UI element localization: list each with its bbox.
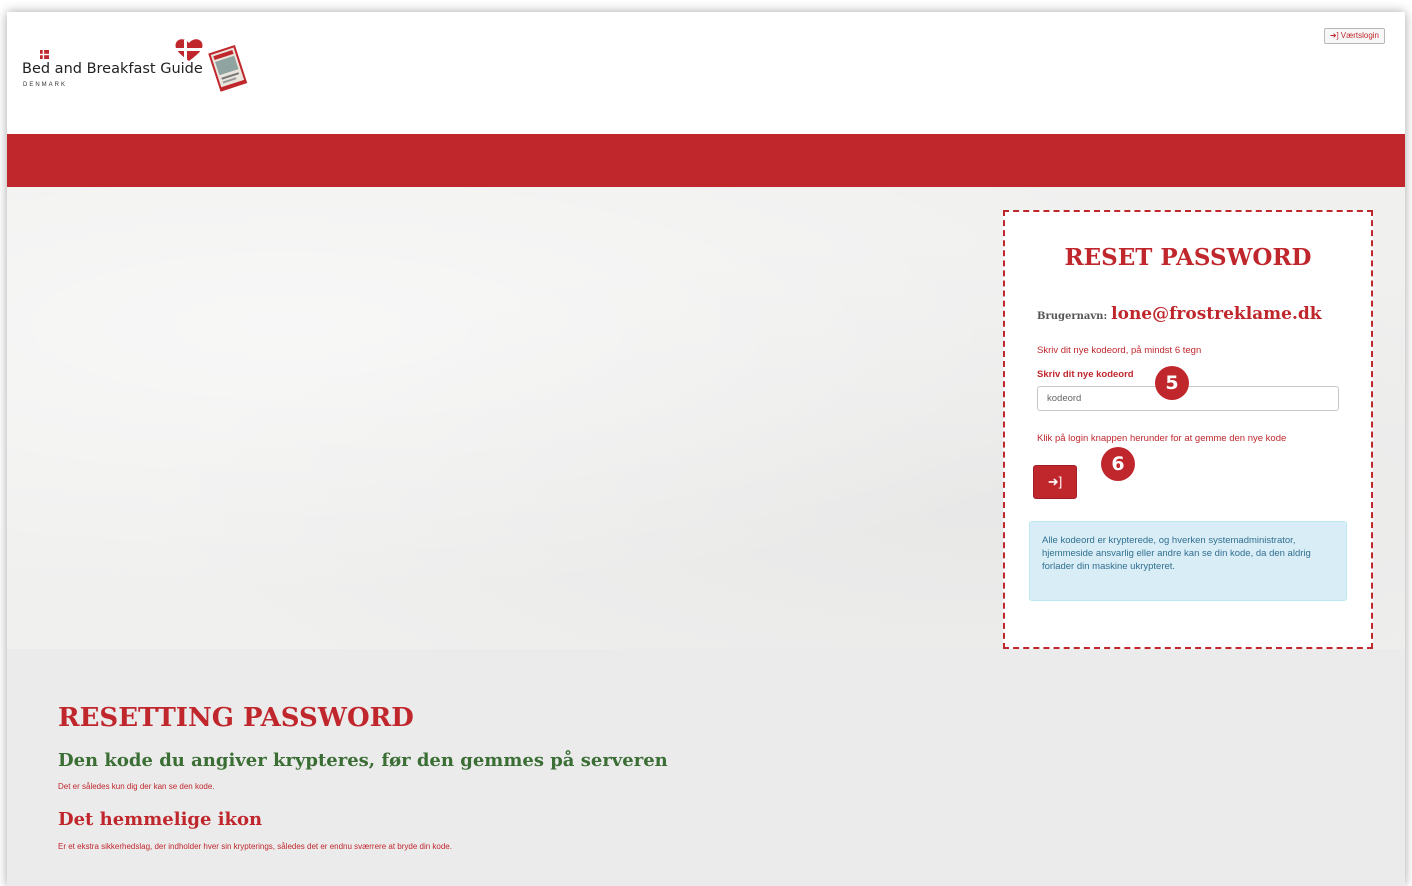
site-header: Bed and Breakfast Guide DENMARK ➜] Værts… [7,12,1405,134]
step-6-marker: 6 [1101,447,1135,481]
login-hint: Klik på login knappen herunder for at ge… [1037,433,1287,444]
logo-sub: DENMARK [23,82,68,88]
site-logo[interactable]: Bed and Breakfast Guide DENMARK [22,38,252,108]
section-title: RESETTING PASSWORD [58,703,414,733]
host-login-button[interactable]: ➜] Værtslogin [1323,28,1385,44]
reset-password-panel: RESET PASSWORD Brugernavn: lone@frostrek… [1003,210,1373,649]
sign-in-icon: ➜] [1329,31,1339,40]
password-field-label: Skriv dit nye kodeord [1037,369,1134,380]
login-button[interactable]: ➜] [1033,465,1077,499]
username-value: lone@frostreklame.dk [1111,304,1322,324]
host-login-label: Værtslogin [1340,31,1379,40]
guide-book-icon [208,45,248,92]
secret-icon-subtitle: Det hemmelige ikon [58,809,263,830]
min-length-hint: Skriv dit nye kodeord, på mindst 6 tegn [1037,345,1202,356]
encryption-text: Det er således kun dig der kan se den ko… [58,782,215,791]
new-password-input[interactable] [1037,386,1339,411]
sign-in-icon: ➜] [1047,474,1063,489]
info-section: RESETTING PASSWORD Den kode du angiver k… [7,649,1405,886]
logo-name: Bed and Breakfast Guide [22,61,203,77]
encryption-info-box: Alle kodeord er krypterede, og hverken s… [1029,521,1347,601]
reset-title: RESET PASSWORD [1064,244,1312,271]
nav-bar [7,134,1405,187]
danish-flag-icon [40,50,49,59]
username-label: Brugernavn: [1037,311,1108,322]
browser-page: Bed and Breakfast Guide DENMARK ➜] Værts… [7,12,1405,886]
heart-flag-icon [175,39,203,61]
secret-icon-text: Er et ekstra sikkerhedslag, der indholde… [58,842,452,851]
encryption-subtitle: Den kode du angiver krypteres, før den g… [58,750,668,771]
username-row: Brugernavn: lone@frostreklame.dk [1037,304,1322,324]
step-5-marker: 5 [1155,366,1189,400]
